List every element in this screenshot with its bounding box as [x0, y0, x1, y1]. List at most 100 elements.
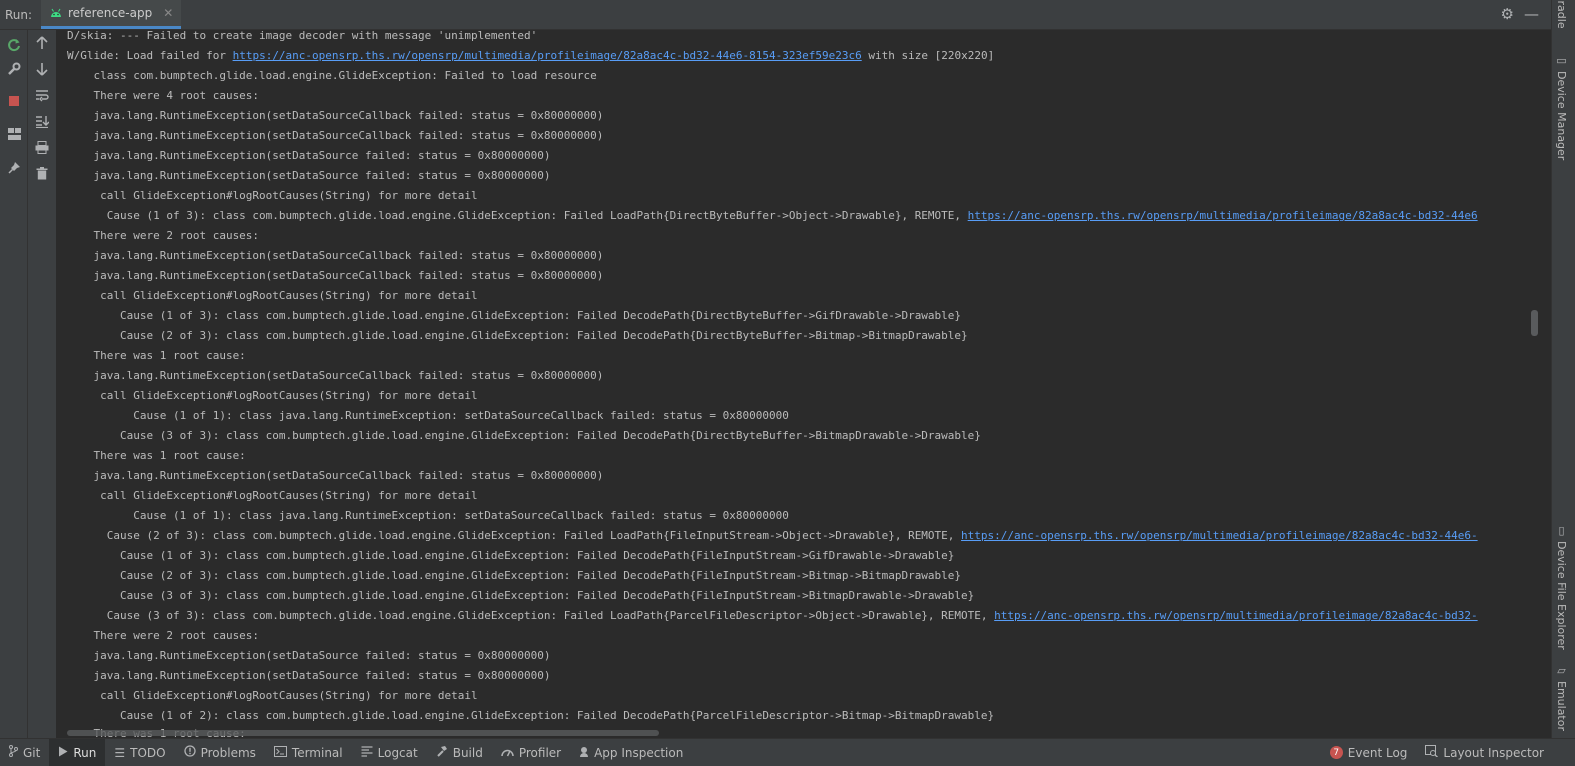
log-line: call GlideException#logRootCauses(String… [67, 189, 478, 202]
app-inspection-tab[interactable]: App Inspection [570, 739, 692, 766]
console-output[interactable]: D/skia: --- Failed to create image decod… [57, 30, 1540, 738]
build-label: Build [452, 745, 483, 760]
layout-inspector-icon [1425, 745, 1439, 760]
gradle-label: Gradle [1555, 0, 1568, 29]
run-actions-toolbar [0, 30, 28, 738]
log-line: call GlideException#logRootCauses(String… [67, 489, 478, 502]
emulator-icon: ▱ [1555, 664, 1568, 677]
device-file-explorer-icon: ▯ [1555, 524, 1568, 537]
log-line: There was 1 root cause: [67, 349, 246, 362]
log-line: Cause (1 of 2): class com.bumptech.glide… [67, 709, 995, 722]
log-line: Cause (1 of 1): class java.lang.RuntimeE… [67, 409, 789, 422]
run-label: Run: [5, 8, 33, 22]
todo-icon: ☰ [114, 745, 126, 760]
tab-label: reference-app [68, 6, 153, 20]
problems-tab[interactable]: Problems [175, 739, 265, 766]
layout-inspector-label: Layout Inspector [1443, 745, 1544, 760]
trash-icon[interactable] [33, 164, 51, 182]
log-line: java.lang.RuntimeException(setDataSource… [67, 469, 604, 482]
console-toolbar [28, 30, 57, 738]
print-icon[interactable] [33, 138, 51, 156]
log-line: Cause (1 of 3): class com.bumptech.glide… [67, 206, 1478, 226]
pin-icon[interactable] [5, 158, 23, 176]
log-line: call GlideException#logRootCauses(String… [67, 289, 478, 302]
build-hammer-icon [436, 745, 448, 760]
log-line: Cause (1 of 3): class com.bumptech.glide… [67, 549, 955, 562]
horizontal-scrollbar[interactable] [67, 730, 659, 736]
log-line: Cause (2 of 3): class com.bumptech.glide… [67, 329, 968, 342]
gear-icon[interactable]: ⚙ [1501, 5, 1514, 23]
event-log-badge: 7 [1329, 746, 1343, 759]
log-line: call GlideException#logRootCauses(String… [67, 389, 478, 402]
layout-inspector-tab[interactable]: Layout Inspector [1416, 739, 1553, 766]
emulator-label: Emulator [1555, 681, 1568, 731]
log-line: java.lang.RuntimeException(setDataSource… [67, 249, 604, 262]
log-text: Cause (1 of 3): class com.bumptech.glide… [67, 209, 968, 222]
log-text: W/Glide: Load failed for [67, 49, 233, 62]
log-line: java.lang.RuntimeException(setDataSource… [67, 169, 551, 182]
log-text: Cause (3 of 3): class com.bumptech.glide… [67, 609, 995, 622]
log-line: class com.bumptech.glide.load.engine.Gli… [67, 69, 597, 82]
stop-icon[interactable] [5, 92, 23, 110]
todo-label: TODO [130, 745, 166, 760]
rerun-icon[interactable] [5, 36, 23, 54]
log-line: There were 2 root causes: [67, 629, 260, 642]
device-manager-label: Device Manager [1555, 71, 1568, 161]
vertical-scrollbar[interactable] [1531, 310, 1538, 336]
log-link[interactable]: https://anc-opensrp.ths.rw/opensrp/multi… [994, 609, 1477, 622]
git-label: Git [23, 745, 41, 760]
log-line: Cause (1 of 3): class com.bumptech.glide… [67, 309, 962, 322]
logcat-icon [361, 745, 373, 760]
profiler-tab[interactable]: Profiler [492, 739, 570, 766]
log-text: Cause (2 of 3): class com.bumptech.glide… [67, 529, 962, 542]
log-line: java.lang.RuntimeException(setDataSource… [67, 369, 604, 382]
run-tool-window-header: Run: reference-app ✕ ⚙ — [0, 0, 1551, 30]
log-line: java.lang.RuntimeException(setDataSource… [67, 649, 551, 662]
event-log-tab[interactable]: 7 Event Log [1321, 739, 1417, 766]
log-line: java.lang.RuntimeException(setDataSource… [67, 269, 604, 282]
minimize-icon[interactable]: — [1524, 5, 1539, 23]
run-icon [58, 746, 68, 760]
run-tab[interactable]: Run [49, 739, 106, 766]
log-link[interactable]: https://anc-opensrp.ths.rw/opensrp/multi… [233, 49, 862, 62]
git-branch-icon [9, 745, 18, 760]
run-label: Run [73, 745, 97, 760]
log-line: java.lang.RuntimeException(setDataSource… [67, 129, 604, 142]
gradle-tab[interactable]: Gradle [1555, 0, 1568, 29]
terminal-icon [273, 745, 287, 760]
log-line: Cause (3 of 3): class com.bumptech.glide… [67, 589, 975, 602]
event-log-label: Event Log [1347, 745, 1408, 760]
log-link[interactable]: https://anc-opensrp.ths.rw/opensrp/multi… [961, 529, 1478, 542]
layout-icon[interactable] [5, 125, 23, 143]
git-tab[interactable]: Git [0, 739, 49, 766]
device-file-explorer-tab[interactable]: ▯ Device File Explorer [1555, 524, 1568, 650]
logcat-tab[interactable]: Logcat [352, 739, 427, 766]
down-arrow-icon[interactable] [33, 60, 51, 78]
profiler-icon [501, 746, 514, 760]
tab-reference-app[interactable]: reference-app ✕ [41, 0, 182, 29]
soft-wrap-icon[interactable] [33, 86, 51, 104]
bottom-tool-bar: Git Run ☰ TODO Problems Terminal Logcat … [0, 738, 1575, 766]
emulator-tab[interactable]: ▱ Emulator [1555, 664, 1568, 731]
todo-tab[interactable]: ☰ TODO [105, 739, 174, 766]
log-link[interactable]: https://anc-opensrp.ths.rw/opensrp/multi… [968, 209, 1478, 222]
logcat-label: Logcat [377, 745, 418, 760]
scroll-to-end-icon[interactable] [33, 112, 51, 130]
device-manager-tab[interactable]: ▭ Device Manager [1555, 54, 1568, 160]
right-tool-strip: Gradle ▭ Device Manager ▯ Device File Expl… [1551, 0, 1575, 738]
log-line: There was 1 root cause: [67, 449, 246, 462]
log-line: Cause (3 of 3): class com.bumptech.glide… [67, 429, 981, 442]
terminal-label: Terminal [291, 745, 343, 760]
up-arrow-icon[interactable] [33, 34, 51, 52]
log-line: D/skia: --- Failed to create image decod… [67, 30, 538, 42]
profiler-label: Profiler [518, 745, 562, 760]
wrench-icon[interactable] [5, 60, 23, 78]
log-line: java.lang.RuntimeException(setDataSource… [67, 109, 604, 122]
build-tab[interactable]: Build [427, 739, 492, 766]
app-inspection-icon [579, 745, 589, 760]
terminal-tab[interactable]: Terminal [265, 739, 352, 766]
log-text: with size [220x220] [861, 49, 995, 62]
device-file-explorer-label: Device File Explorer [1555, 541, 1568, 650]
close-icon[interactable]: ✕ [163, 6, 173, 20]
log-line: Cause (3 of 3): class com.bumptech.glide… [67, 606, 1478, 626]
